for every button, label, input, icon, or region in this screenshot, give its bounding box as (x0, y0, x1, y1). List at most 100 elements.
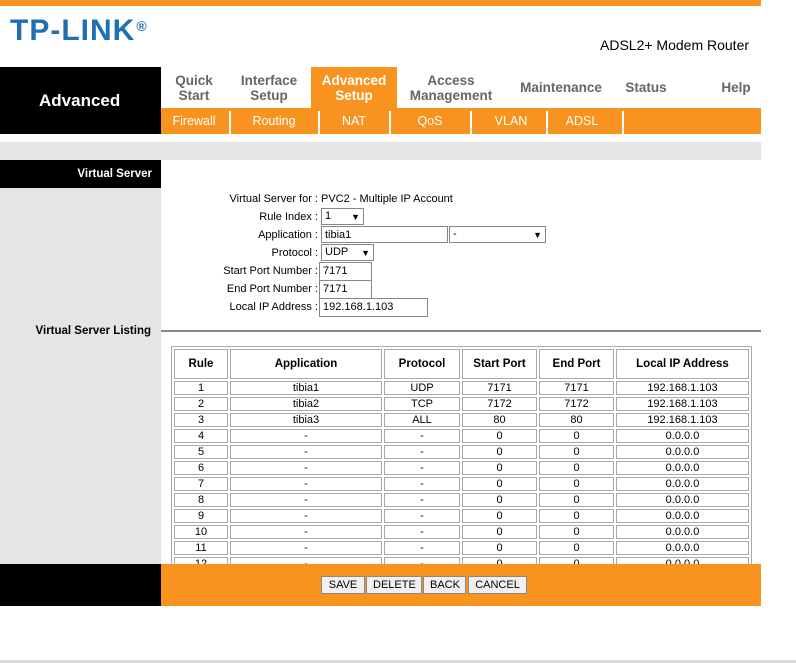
cell-start-port: 0 (462, 445, 537, 459)
menu-interface-setup[interactable]: Interface Setup (231, 67, 307, 108)
cell-application: - (230, 445, 382, 459)
cell-protocol: - (384, 477, 460, 491)
table-row: 1 tibia1 UDP 7171 7171 192.168.1.103 (174, 381, 749, 395)
start-port-input[interactable]: 7171 (319, 262, 372, 281)
cell-start-port: 7172 (462, 397, 537, 411)
section-divider (161, 330, 761, 332)
cell-rule: 9 (174, 509, 228, 523)
submenu-divider (229, 111, 231, 134)
cell-protocol: ALL (384, 413, 460, 427)
column-header-rule: Rule (174, 349, 228, 379)
cell-end-port: 0 (539, 509, 614, 523)
submenu-divider (389, 111, 391, 134)
cell-application: - (230, 525, 382, 539)
cell-local-ip: 192.168.1.103 (616, 381, 749, 395)
menu-status[interactable]: Status (616, 67, 676, 108)
cell-protocol: - (384, 429, 460, 443)
cell-application: - (230, 461, 382, 475)
table-row: 6- -0 0 0.0.0.0 (174, 461, 749, 475)
cell-rule: 6 (174, 461, 228, 475)
end-port-label: End Port Number : (226, 283, 318, 295)
column-header-protocol: Protocol (384, 349, 460, 379)
submenu-routing[interactable]: Routing (233, 108, 315, 134)
submenu-qos[interactable]: QoS (392, 108, 468, 134)
menu-quick-start[interactable]: Quick Start (161, 67, 227, 108)
menu-maintenance[interactable]: Maintenance (511, 67, 611, 108)
cell-local-ip: 192.168.1.103 (616, 413, 749, 427)
cell-start-port: 0 (462, 509, 537, 523)
back-button[interactable]: BACK (423, 576, 466, 594)
menu-access-management[interactable]: Access Management (401, 67, 501, 108)
submenu-vlan[interactable]: VLAN (473, 108, 549, 134)
cell-local-ip: 0.0.0.0 (616, 541, 749, 555)
cell-start-port: 0 (462, 461, 537, 475)
cell-end-port: 0 (539, 493, 614, 507)
sub-menu: Firewall Routing NAT QoS VLAN ADSL (161, 108, 761, 134)
virtual-server-listing-heading: Virtual Server Listing (0, 325, 161, 337)
rule-index-select[interactable]: 1 ▼ (321, 208, 364, 225)
logo-text: TP-LINK (10, 14, 136, 47)
start-port-label: Start Port Number : (223, 265, 318, 277)
logo-registered-mark: ® (136, 18, 148, 34)
submenu-nat[interactable]: NAT (321, 108, 387, 134)
product-name: ADSL2+ Modem Router (600, 37, 750, 53)
cell-local-ip: 192.168.1.103 (616, 397, 749, 411)
cell-application: tibia1 (230, 381, 382, 395)
cell-rule: 3 (174, 413, 228, 427)
submenu-divider (622, 111, 624, 134)
column-header-end-port: End Port (539, 349, 614, 379)
menu-help[interactable]: Help (711, 67, 761, 108)
table-row: 10- -0 0 0.0.0.0 (174, 525, 749, 539)
cell-rule: 11 (174, 541, 228, 555)
cell-start-port: 7171 (462, 381, 537, 395)
virtual-server-heading: Virtual Server (0, 160, 161, 188)
menu-advanced-setup[interactable]: Advanced Setup (311, 67, 397, 108)
table-row: 8- -0 0 0.0.0.0 (174, 493, 749, 507)
cell-end-port: 0 (539, 429, 614, 443)
table-row: 3 tibia3 ALL 80 80 192.168.1.103 (174, 413, 749, 427)
application-input[interactable]: tibia1 (321, 226, 448, 243)
cell-application: - (230, 541, 382, 555)
table-row: 7- -0 0 0.0.0.0 (174, 477, 749, 491)
submenu-divider (470, 111, 472, 134)
rule-index-label: Rule Index : (259, 211, 318, 223)
cancel-button[interactable]: CANCEL (468, 576, 527, 594)
submenu-firewall[interactable]: Firewall (161, 108, 227, 134)
cell-end-port: 0 (539, 477, 614, 491)
submenu-adsl[interactable]: ADSL (549, 108, 615, 134)
protocol-select[interactable]: UDP ▼ (321, 244, 374, 261)
cell-end-port: 0 (539, 461, 614, 475)
footer-left (0, 564, 161, 606)
column-header-application: Application (230, 349, 382, 379)
end-port-input[interactable]: 7171 (319, 280, 372, 299)
cell-start-port: 0 (462, 525, 537, 539)
cell-end-port: 0 (539, 525, 614, 539)
submenu-divider (318, 111, 320, 134)
cell-application: - (230, 509, 382, 523)
cell-local-ip: 0.0.0.0 (616, 445, 749, 459)
section-label: Advanced (39, 91, 121, 110)
column-header-local-ip: Local IP Address (616, 349, 749, 379)
cell-local-ip: 0.0.0.0 (616, 477, 749, 491)
cell-protocol: - (384, 509, 460, 523)
cell-protocol: - (384, 541, 460, 555)
rule-index-value: 1 (325, 210, 332, 222)
submenu-divider (546, 111, 548, 134)
local-ip-input[interactable]: 192.168.1.103 (319, 298, 428, 317)
cell-rule: 10 (174, 525, 228, 539)
dropdown-arrow-icon: ▼ (361, 248, 370, 258)
main-menu: Quick Start Interface Setup Advanced Set… (161, 67, 761, 108)
cell-rule: 5 (174, 445, 228, 459)
table-row: 5- -0 0 0.0.0.0 (174, 445, 749, 459)
cell-end-port: 0 (539, 445, 614, 459)
delete-button[interactable]: DELETE (366, 576, 422, 594)
cell-start-port: 0 (462, 541, 537, 555)
save-button[interactable]: SAVE (321, 576, 365, 594)
cell-start-port: 0 (462, 429, 537, 443)
application-select[interactable]: - ▼ (449, 226, 546, 243)
cell-rule: 7 (174, 477, 228, 491)
nav-section-title: Advanced (0, 67, 161, 134)
cell-protocol: - (384, 525, 460, 539)
protocol-value: UDP (325, 246, 349, 258)
cell-end-port: 7171 (539, 381, 614, 395)
